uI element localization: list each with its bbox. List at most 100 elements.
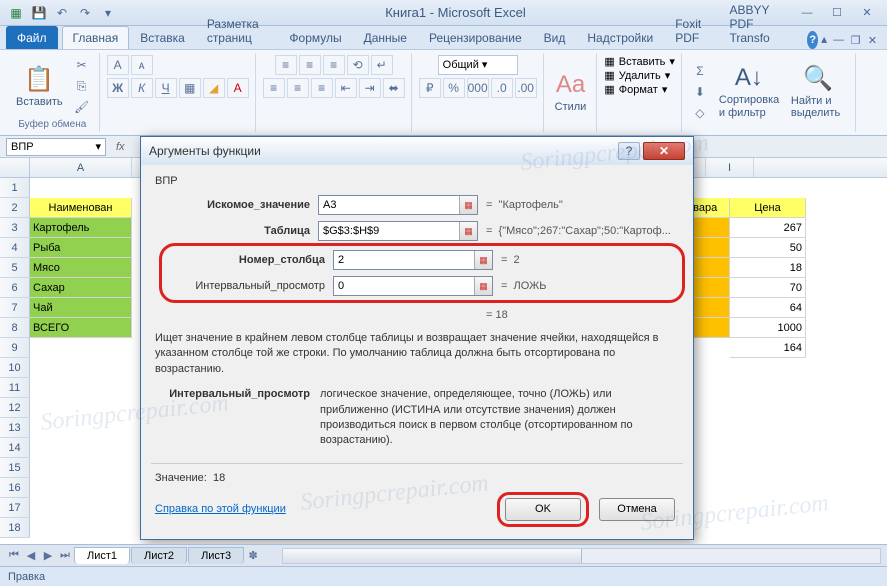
underline-icon[interactable]: Ч — [155, 78, 177, 98]
font-size-down-icon[interactable]: ᴀ — [131, 55, 153, 75]
sheet-tab-2[interactable]: Лист2 — [131, 547, 187, 564]
tab-formulas[interactable]: Формулы — [278, 26, 352, 49]
dialog-close-icon[interactable]: ✕ — [643, 142, 685, 160]
row-header[interactable]: 17 — [0, 498, 30, 518]
orientation-icon[interactable]: ⟲ — [347, 55, 369, 75]
row-header[interactable]: 3 — [0, 218, 30, 238]
tab-abbyy[interactable]: ABBYY PDF Transfo — [718, 0, 807, 49]
ribbon-minimize-icon[interactable]: ▴ — [818, 29, 830, 49]
tab-layout[interactable]: Разметка страниц — [196, 12, 279, 49]
sheet-nav-first-icon[interactable]: ⏮ — [6, 548, 22, 564]
close-icon[interactable]: ✕ — [853, 4, 881, 22]
name-box[interactable]: ВПР▾ — [6, 138, 106, 156]
cell-a3[interactable]: Картофель — [30, 218, 132, 238]
save-icon[interactable]: 💾 — [29, 3, 49, 23]
align-bottom-icon[interactable]: ≡ — [323, 55, 345, 75]
comma-icon[interactable]: 000 — [467, 78, 489, 98]
cancel-button[interactable]: Отмена — [599, 498, 675, 521]
paste-button[interactable]: 📋Вставить — [12, 63, 67, 110]
fill-color-icon[interactable]: ◢ — [203, 78, 225, 98]
range-select-icon[interactable]: ▦ — [459, 196, 477, 214]
tab-foxit[interactable]: Foxit PDF — [664, 12, 718, 49]
bold-icon[interactable]: Ж — [107, 78, 129, 98]
row-header[interactable]: 14 — [0, 438, 30, 458]
align-center-icon[interactable]: ≡ — [287, 78, 309, 98]
horizontal-scrollbar[interactable] — [282, 548, 881, 564]
row-header[interactable]: 1 — [0, 178, 30, 198]
arg-lookup-input[interactable] — [318, 195, 478, 215]
row-header[interactable]: 18 — [0, 518, 30, 538]
row-header[interactable]: 5 — [0, 258, 30, 278]
row-header[interactable]: 4 — [0, 238, 30, 258]
row-header[interactable]: 13 — [0, 418, 30, 438]
qat-dropdown-icon[interactable]: ▾ — [98, 3, 118, 23]
arg-col-input[interactable] — [333, 250, 493, 270]
new-sheet-icon[interactable]: ✽ — [245, 548, 261, 564]
tab-data[interactable]: Данные — [353, 26, 418, 49]
font-color-icon[interactable]: A — [227, 78, 249, 98]
tab-addins[interactable]: Надстройки — [576, 26, 664, 49]
cell-a8[interactable]: ВСЕГО — [30, 318, 132, 338]
dialog-help-icon[interactable]: ? — [618, 142, 640, 160]
cell-h9[interactable]: 164 — [730, 338, 806, 358]
help-icon[interactable]: ? — [807, 31, 818, 49]
border-icon[interactable]: ▦ — [179, 78, 201, 98]
percent-icon[interactable]: % — [443, 78, 465, 98]
inc-decimal-icon[interactable]: .0 — [491, 78, 513, 98]
clear-icon[interactable]: ◇ — [689, 103, 711, 123]
indent-left-icon[interactable]: ⇤ — [335, 78, 357, 98]
dialog-titlebar[interactable]: Аргументы функции ? ✕ — [141, 137, 693, 165]
sheet-nav-next-icon[interactable]: ▶ — [40, 548, 56, 564]
cell-a5[interactable]: Мясо — [30, 258, 132, 278]
styles-button[interactable]: AaСтили — [551, 69, 591, 115]
insert-cells-button[interactable]: ▦ Вставить ▾ — [604, 55, 675, 68]
doc-minimize-icon[interactable]: — — [830, 31, 847, 49]
cell-h7[interactable]: 64 — [730, 298, 806, 318]
align-middle-icon[interactable]: ≡ — [299, 55, 321, 75]
col-header[interactable]: A — [30, 158, 132, 177]
range-select-icon[interactable]: ▦ — [459, 222, 477, 240]
merge-icon[interactable]: ⬌ — [383, 78, 405, 98]
tab-insert[interactable]: Вставка — [129, 26, 196, 49]
sheet-tab-3[interactable]: Лист3 — [188, 547, 244, 564]
dec-decimal-icon[interactable]: .00 — [515, 78, 537, 98]
format-painter-icon[interactable]: 🖌 — [71, 97, 93, 117]
italic-icon[interactable]: К — [131, 78, 153, 98]
sheet-nav-last-icon[interactable]: ⏭ — [57, 548, 73, 564]
align-right-icon[interactable]: ≡ — [311, 78, 333, 98]
excel-icon[interactable]: ▦ — [6, 3, 26, 23]
fx-icon[interactable]: fx — [112, 141, 129, 153]
col-header[interactable]: I — [706, 158, 754, 177]
row-header[interactable]: 6 — [0, 278, 30, 298]
tab-view[interactable]: Вид — [533, 26, 577, 49]
redo-icon[interactable]: ↷ — [75, 3, 95, 23]
row-header[interactable]: 9 — [0, 338, 30, 358]
currency-icon[interactable]: ₽ — [419, 78, 441, 98]
row-header[interactable]: 11 — [0, 378, 30, 398]
find-select-button[interactable]: 🔍Найти и выделить — [787, 62, 849, 121]
maximize-icon[interactable]: ☐ — [823, 4, 851, 22]
align-left-icon[interactable]: ≡ — [263, 78, 285, 98]
help-link[interactable]: Справка по этой функции — [155, 503, 286, 515]
doc-close-icon[interactable]: ✕ — [864, 31, 881, 49]
row-header[interactable]: 2 — [0, 198, 30, 218]
sort-filter-button[interactable]: A↓Сортировка и фильтр — [715, 62, 783, 120]
cell-a7[interactable]: Чай — [30, 298, 132, 318]
indent-right-icon[interactable]: ⇥ — [359, 78, 381, 98]
align-top-icon[interactable]: ≡ — [275, 55, 297, 75]
fill-icon[interactable]: ⬇ — [689, 82, 711, 102]
sheet-tab-1[interactable]: Лист1 — [74, 547, 130, 564]
doc-restore-icon[interactable]: ❐ — [847, 31, 864, 49]
cell-h8[interactable]: 1000 — [730, 318, 806, 338]
range-select-icon[interactable]: ▦ — [474, 251, 492, 269]
cell-a4[interactable]: Рыба — [30, 238, 132, 258]
cell-a2[interactable]: Наименован — [30, 198, 132, 218]
ok-button[interactable]: OK — [505, 498, 581, 521]
scroll-thumb[interactable] — [283, 549, 581, 563]
copy-icon[interactable]: ⎘ — [71, 76, 93, 96]
row-header[interactable]: 7 — [0, 298, 30, 318]
row-header[interactable]: 16 — [0, 478, 30, 498]
cell-h2[interactable]: Цена — [730, 198, 806, 218]
row-header[interactable]: 12 — [0, 398, 30, 418]
cell-a6[interactable]: Сахар — [30, 278, 132, 298]
